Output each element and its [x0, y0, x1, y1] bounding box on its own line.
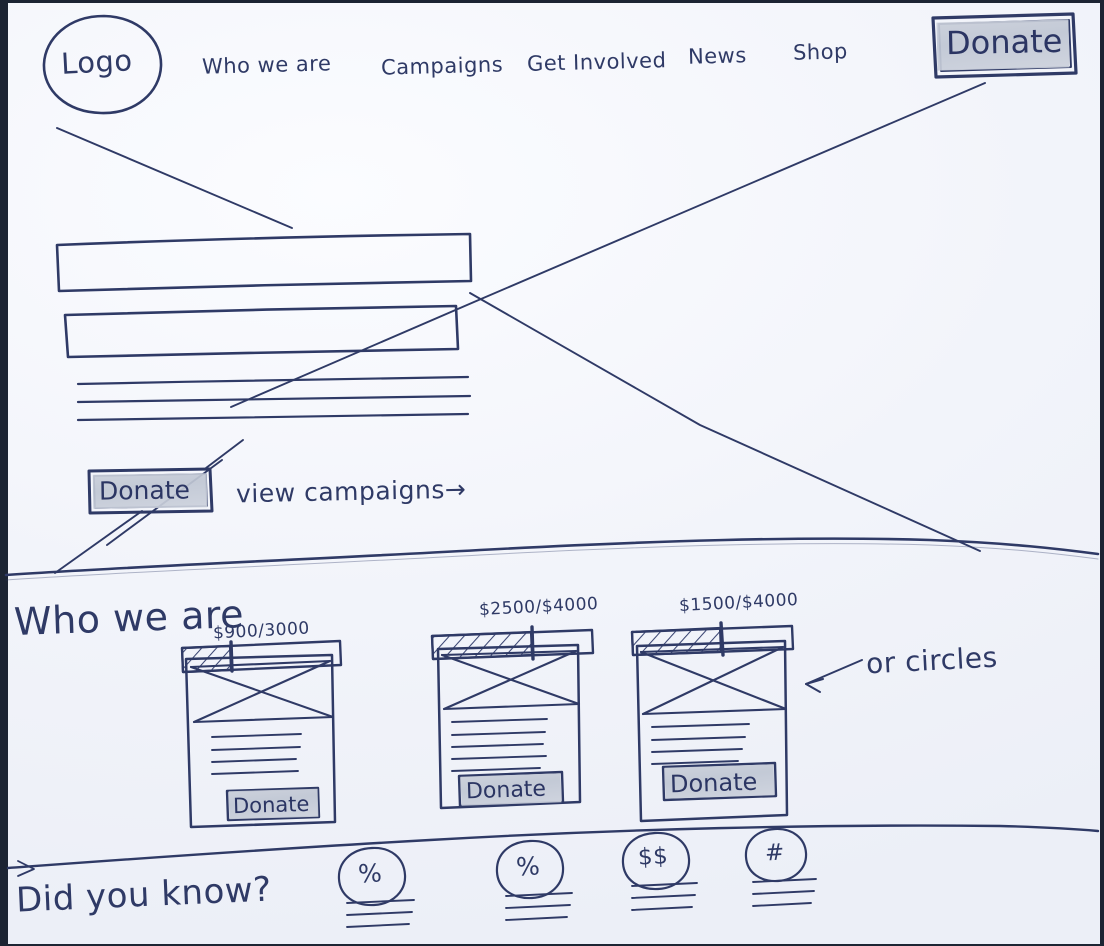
card-3-donate-button-label[interactable]: Donate: [670, 768, 758, 799]
nav-item-news[interactable]: News: [688, 43, 747, 69]
hero-donate-button-label[interactable]: Donate: [99, 475, 190, 505]
card-2-donate-button-label[interactable]: Donate: [466, 777, 547, 805]
wireframe-sketch-photo: Logo Who we are Campaigns Get Involved N…: [0, 0, 1104, 946]
nav-item-shop[interactable]: Shop: [793, 39, 848, 64]
nav-item-who-we-are[interactable]: Who we are: [202, 51, 332, 78]
header-donate-button-label[interactable]: Donate: [946, 22, 1063, 62]
nav-item-campaigns[interactable]: Campaigns: [381, 52, 504, 79]
hero-view-campaigns-link[interactable]: view campaigns→: [236, 475, 467, 509]
nav-item-get-involved[interactable]: Get Involved: [527, 48, 667, 76]
percent-icon: %: [357, 858, 384, 889]
annotation-or-circles-label: or circles: [865, 640, 999, 681]
percent-icon: %: [515, 851, 542, 882]
hash-number-icon: #: [764, 839, 786, 867]
card-1-donate-button-label[interactable]: Donate: [233, 792, 310, 818]
logo-label[interactable]: Logo: [60, 43, 133, 81]
campaigns-section-heading: Who we are: [13, 592, 245, 644]
dollar-dollar-icon: $$: [637, 843, 669, 871]
